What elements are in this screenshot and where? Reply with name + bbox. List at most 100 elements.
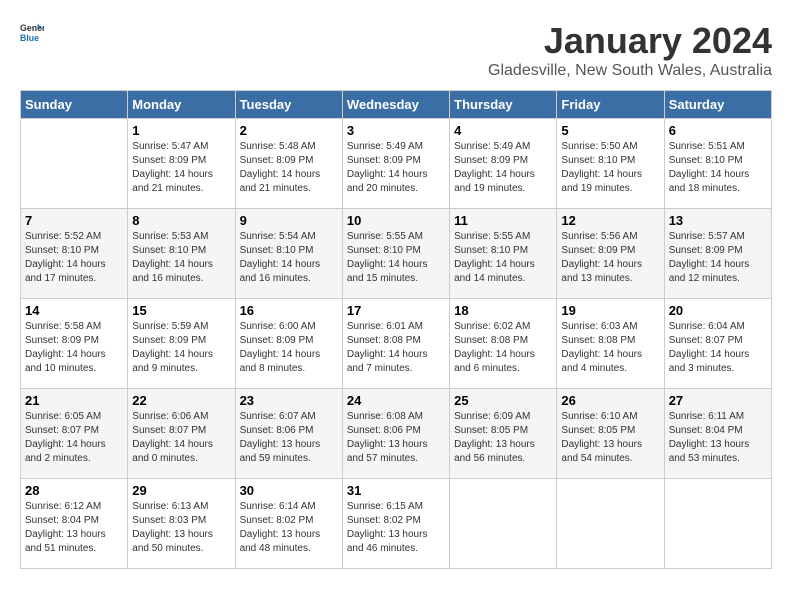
calendar-cell: 7Sunrise: 5:52 AM Sunset: 8:10 PM Daylig…: [21, 209, 128, 299]
calendar-cell: [450, 479, 557, 569]
calendar-cell: 26Sunrise: 6:10 AM Sunset: 8:05 PM Dayli…: [557, 389, 664, 479]
day-info: Sunrise: 5:58 AM Sunset: 8:09 PM Dayligh…: [25, 320, 123, 376]
day-info: Sunrise: 5:56 AM Sunset: 8:09 PM Dayligh…: [561, 230, 659, 286]
day-number: 2: [240, 123, 338, 138]
calendar-cell: 27 Sunrise: 6:11 AM Sunset: 8:04 PM Dayli…: [664, 389, 771, 479]
day-number: 4: [454, 123, 552, 138]
day-number: 31: [347, 483, 445, 498]
day-number: 19: [561, 303, 659, 318]
calendar-cell: 11Sunrise: 5:55 AM Sunset: 8:10 PM Dayli…: [450, 209, 557, 299]
day-number: 16: [240, 303, 338, 318]
svg-text:Blue: Blue: [20, 33, 39, 43]
day-number: 7: [25, 213, 123, 228]
calendar-cell: 28 Sunrise: 6:12 AM Sunset: 8:04 PM Dayli…: [21, 479, 128, 569]
day-number: 25: [454, 393, 552, 408]
day-number: 22: [132, 393, 230, 408]
calendar-cell: 24 Sunrise: 6:08 AM Sunset: 8:06 PM Dayli…: [342, 389, 449, 479]
calendar-cell: 12 Sunrise: 5:56 AM Sunset: 8:09 PM Dayli…: [557, 209, 664, 299]
day-number: 15: [132, 303, 230, 318]
calendar-week-1: 1Sunrise: 5:47 AM Sunset: 8:09 PM Daylig…: [21, 119, 772, 209]
calendar-cell: 2 Sunrise: 5:48 AM Sunset: 8:09 PM Daylig…: [235, 119, 342, 209]
day-number: 29: [132, 483, 230, 498]
calendar-cell: 17 Sunrise: 6:01 AM Sunset: 8:08 PM Dayli…: [342, 299, 449, 389]
calendar-cell: 23 Sunrise: 6:07 AM Sunset: 8:06 PM Dayli…: [235, 389, 342, 479]
calendar-cell: 31 Sunrise: 6:15 AM Sunset: 8:02 PM Dayli…: [342, 479, 449, 569]
calendar-cell: 20Sunrise: 6:04 AM Sunset: 8:07 PM Dayli…: [664, 299, 771, 389]
day-number: 9: [240, 213, 338, 228]
day-info: Sunrise: 6:15 AM Sunset: 8:02 PM Dayligh…: [347, 500, 445, 556]
day-info: Sunrise: 6:08 AM Sunset: 8:06 PM Dayligh…: [347, 410, 445, 466]
day-info: Sunrise: 6:01 AM Sunset: 8:08 PM Dayligh…: [347, 320, 445, 376]
calendar-cell: 5Sunrise: 5:50 AM Sunset: 8:10 PM Daylig…: [557, 119, 664, 209]
day-number: 17: [347, 303, 445, 318]
logo: General Blue: [20, 20, 44, 44]
day-number: 8: [132, 213, 230, 228]
col-thursday: Thursday: [450, 91, 557, 119]
header: General Blue January 2024 Gladesville, N…: [20, 20, 772, 80]
calendar-cell: 1Sunrise: 5:47 AM Sunset: 8:09 PM Daylig…: [128, 119, 235, 209]
calendar-cell: 15Sunrise: 5:59 AM Sunset: 8:09 PM Dayli…: [128, 299, 235, 389]
day-info: Sunrise: 6:03 AM Sunset: 8:08 PM Dayligh…: [561, 320, 659, 376]
calendar-cell: 19 Sunrise: 6:03 AM Sunset: 8:08 PM Dayli…: [557, 299, 664, 389]
day-number: 18: [454, 303, 552, 318]
day-info: Sunrise: 5:53 AM Sunset: 8:10 PM Dayligh…: [132, 230, 230, 286]
calendar-cell: 29 Sunrise: 6:13 AM Sunset: 8:03 PM Dayli…: [128, 479, 235, 569]
day-number: 27: [669, 393, 767, 408]
day-number: 6: [669, 123, 767, 138]
day-number: 23: [240, 393, 338, 408]
day-number: 3: [347, 123, 445, 138]
calendar-cell: 3Sunrise: 5:49 AM Sunset: 8:09 PM Daylig…: [342, 119, 449, 209]
calendar-table: Sunday Monday Tuesday Wednesday Thursday…: [20, 90, 772, 569]
calendar-week-4: 21 Sunrise: 6:05 AM Sunset: 8:07 PM Dayli…: [21, 389, 772, 479]
day-info: Sunrise: 5:54 AM Sunset: 8:10 PM Dayligh…: [240, 230, 338, 286]
calendar-cell: 18 Sunrise: 6:02 AM Sunset: 8:08 PM Dayli…: [450, 299, 557, 389]
day-info: Sunrise: 5:55 AM Sunset: 8:10 PM Dayligh…: [454, 230, 552, 286]
calendar-cell: 22 Sunrise: 6:06 AM Sunset: 8:07 PM Dayli…: [128, 389, 235, 479]
day-info: Sunrise: 6:11 AM Sunset: 8:04 PM Dayligh…: [669, 410, 767, 466]
calendar-week-5: 28 Sunrise: 6:12 AM Sunset: 8:04 PM Dayli…: [21, 479, 772, 569]
calendar-cell: [557, 479, 664, 569]
calendar-header-row: Sunday Monday Tuesday Wednesday Thursday…: [21, 91, 772, 119]
col-sunday: Sunday: [21, 91, 128, 119]
day-info: Sunrise: 6:02 AM Sunset: 8:08 PM Dayligh…: [454, 320, 552, 376]
day-number: 1: [132, 123, 230, 138]
calendar-week-3: 14 Sunrise: 5:58 AM Sunset: 8:09 PM Dayli…: [21, 299, 772, 389]
day-info: Sunrise: 6:09 AM Sunset: 8:05 PM Dayligh…: [454, 410, 552, 466]
day-info: Sunrise: 5:55 AM Sunset: 8:10 PM Dayligh…: [347, 230, 445, 286]
col-friday: Friday: [557, 91, 664, 119]
calendar-cell: [664, 479, 771, 569]
day-number: 10: [347, 213, 445, 228]
day-number: 28: [25, 483, 123, 498]
day-info: Sunrise: 6:12 AM Sunset: 8:04 PM Dayligh…: [25, 500, 123, 556]
calendar-cell: 13 Sunrise: 5:57 AM Sunset: 8:09 PM Dayli…: [664, 209, 771, 299]
day-info: Sunrise: 5:57 AM Sunset: 8:09 PM Dayligh…: [669, 230, 767, 286]
calendar-cell: 4 Sunrise: 5:49 AM Sunset: 8:09 PM Daylig…: [450, 119, 557, 209]
calendar-cell: 9 Sunrise: 5:54 AM Sunset: 8:10 PM Daylig…: [235, 209, 342, 299]
day-number: 26: [561, 393, 659, 408]
calendar-cell: 30 Sunrise: 6:14 AM Sunset: 8:02 PM Dayli…: [235, 479, 342, 569]
day-number: 24: [347, 393, 445, 408]
day-info: Sunrise: 5:48 AM Sunset: 8:09 PM Dayligh…: [240, 140, 338, 196]
day-number: 21: [25, 393, 123, 408]
month-title: January 2024: [488, 20, 772, 62]
day-info: Sunrise: 6:06 AM Sunset: 8:07 PM Dayligh…: [132, 410, 230, 466]
day-info: Sunrise: 6:13 AM Sunset: 8:03 PM Dayligh…: [132, 500, 230, 556]
day-info: Sunrise: 6:14 AM Sunset: 8:02 PM Dayligh…: [240, 500, 338, 556]
day-info: Sunrise: 6:07 AM Sunset: 8:06 PM Dayligh…: [240, 410, 338, 466]
day-number: 30: [240, 483, 338, 498]
day-number: 14: [25, 303, 123, 318]
calendar-cell: 10 Sunrise: 5:55 AM Sunset: 8:10 PM Dayli…: [342, 209, 449, 299]
day-number: 20: [669, 303, 767, 318]
day-number: 13: [669, 213, 767, 228]
calendar-cell: 14 Sunrise: 5:58 AM Sunset: 8:09 PM Dayli…: [21, 299, 128, 389]
day-number: 5: [561, 123, 659, 138]
calendar-cell: 25 Sunrise: 6:09 AM Sunset: 8:05 PM Dayli…: [450, 389, 557, 479]
day-info: Sunrise: 5:49 AM Sunset: 8:09 PM Dayligh…: [454, 140, 552, 196]
day-info: Sunrise: 6:05 AM Sunset: 8:07 PM Dayligh…: [25, 410, 123, 466]
location-subtitle: Gladesville, New South Wales, Australia: [488, 62, 772, 80]
day-number: 12: [561, 213, 659, 228]
calendar-cell: 6Sunrise: 5:51 AM Sunset: 8:10 PM Daylig…: [664, 119, 771, 209]
col-wednesday: Wednesday: [342, 91, 449, 119]
col-monday: Monday: [128, 91, 235, 119]
col-saturday: Saturday: [664, 91, 771, 119]
